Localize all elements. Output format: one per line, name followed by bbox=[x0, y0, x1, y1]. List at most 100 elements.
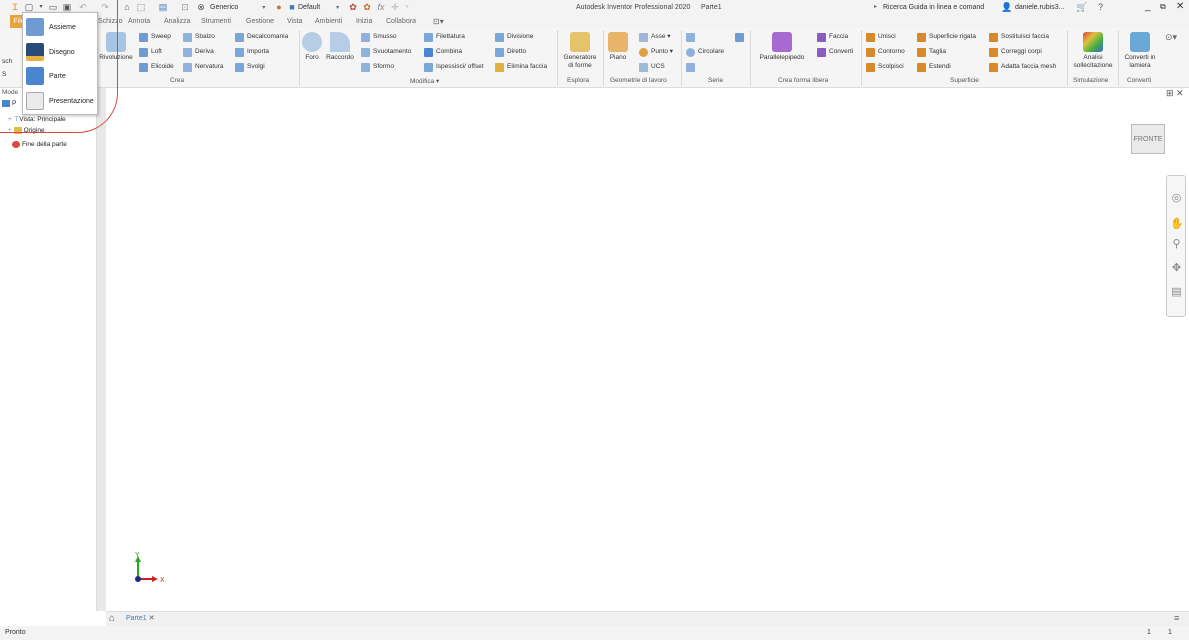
diretto-button[interactable]: Diretto bbox=[495, 46, 526, 58]
svuotamento-button[interactable]: Svuotamento bbox=[361, 46, 411, 58]
loft-button[interactable]: Loft bbox=[139, 46, 162, 58]
zoom-icon[interactable]: ⚲ bbox=[1170, 238, 1183, 251]
inventor-logo-icon[interactable]: Ɪ bbox=[10, 2, 20, 12]
browser-header[interactable]: Mode bbox=[2, 88, 18, 97]
fx-icon[interactable]: fx bbox=[376, 2, 386, 12]
material-combo[interactable]: Default ▾ bbox=[298, 2, 342, 13]
importa-button[interactable]: Importa bbox=[235, 46, 269, 58]
open-icon[interactable]: ▭ bbox=[48, 2, 58, 12]
scolpisci-button[interactable]: Scolpisci bbox=[866, 61, 904, 73]
estendi-button[interactable]: Estendi bbox=[917, 61, 951, 73]
deriva-button[interactable]: Deriva bbox=[183, 46, 214, 58]
rivoluzione-button[interactable]: Rivoluzione bbox=[98, 32, 134, 62]
sketch-button-partial[interactable]: sch bbox=[2, 56, 12, 68]
look-at-icon[interactable]: ▤ bbox=[1170, 286, 1183, 299]
clear-override-icon[interactable]: ✿ bbox=[362, 2, 372, 12]
add-icon[interactable]: ✛ bbox=[390, 2, 400, 12]
tab-ambienti[interactable]: Ambienti bbox=[315, 17, 342, 27]
tree-item-vista[interactable]: + ⊤Vista: Principale bbox=[8, 115, 66, 124]
raccordo-button[interactable]: Raccordo bbox=[325, 32, 355, 62]
tab-analizza[interactable]: Analizza bbox=[164, 17, 190, 27]
faccia-button[interactable]: Faccia bbox=[817, 31, 848, 43]
sketch-pattern-button[interactable] bbox=[686, 61, 698, 73]
customize-icon[interactable]: ▿ bbox=[402, 2, 412, 12]
tab-inizia[interactable]: Inizia bbox=[356, 17, 372, 27]
foro-button[interactable]: Foro bbox=[302, 32, 322, 62]
superficie-rigata-button[interactable]: Superficie rigata bbox=[917, 31, 976, 43]
filettatura-button[interactable]: Filettatura bbox=[424, 31, 465, 43]
ispessisci-button[interactable]: Ispessisci/ offset bbox=[424, 61, 484, 73]
save-icon[interactable]: ▣ bbox=[62, 2, 72, 12]
contorno-button[interactable]: Contorno bbox=[866, 46, 905, 58]
tab-annota[interactable]: Annota bbox=[128, 17, 150, 27]
nervatura-button[interactable]: Nervatura bbox=[183, 61, 224, 73]
select-icon[interactable]: ⬚ bbox=[136, 2, 146, 12]
undo-icon[interactable]: ↶ bbox=[78, 2, 88, 12]
tab-overflow-icon[interactable]: ⊡▾ bbox=[433, 17, 444, 27]
graphics-viewport[interactable]: Y X bbox=[106, 88, 1189, 611]
sweep-button[interactable]: Sweep bbox=[139, 31, 171, 43]
search-expand-icon[interactable]: ▸ bbox=[874, 2, 877, 13]
ucs-button[interactable]: UCS bbox=[639, 61, 665, 73]
appearance-combo[interactable]: Generico ▾ bbox=[210, 2, 270, 13]
converti-lamiera-button[interactable]: Converti in lamiera bbox=[1120, 32, 1160, 70]
new-dropdown-icon[interactable]: ▾ bbox=[36, 2, 46, 12]
viewcube[interactable]: FRONTE bbox=[1131, 124, 1165, 154]
tree-item-origine[interactable]: + Origine bbox=[8, 126, 45, 135]
tab-collabora[interactable]: Collabora bbox=[386, 17, 416, 27]
doc-tab-parte1[interactable]: Parte1 ✕ bbox=[126, 614, 154, 622]
tab-schizzo[interactable]: Schizzo bbox=[98, 17, 123, 27]
orbit-icon[interactable]: ✥ bbox=[1170, 262, 1183, 275]
pan-icon[interactable]: ✋ bbox=[1170, 218, 1184, 231]
taglia-button[interactable]: Taglia bbox=[917, 46, 946, 58]
sbalzo-button[interactable]: Sbalzo bbox=[183, 31, 215, 43]
adatta-faccia-mesh-button[interactable]: Adatta faccia mesh bbox=[989, 61, 1056, 73]
update-icon[interactable]: ▤ bbox=[158, 2, 168, 12]
menu-item-parte[interactable]: Parte bbox=[26, 65, 96, 87]
viewport-close-icon[interactable]: ⊞ ✕ bbox=[1166, 88, 1184, 99]
home-icon[interactable]: ⌂ bbox=[122, 2, 132, 12]
divisione-button[interactable]: Divisione bbox=[495, 31, 533, 43]
expand-plus-icon[interactable]: + bbox=[8, 127, 12, 134]
asse-button[interactable]: Asse ▾ bbox=[639, 31, 671, 43]
tab-gestione[interactable]: Gestione bbox=[246, 17, 274, 27]
analisi-sollecitazione-button[interactable]: Analisi sollecitazione bbox=[1069, 32, 1117, 70]
expand-plus-icon[interactable]: + bbox=[8, 116, 12, 123]
svolgi-button[interactable]: Svolgi bbox=[235, 61, 265, 73]
help-icon[interactable]: ? bbox=[1098, 2, 1103, 13]
rectangular-pattern-button[interactable] bbox=[686, 31, 698, 43]
part-root-icon[interactable]: P bbox=[2, 99, 16, 108]
sostituisci-faccia-button[interactable]: Sostituisci faccia bbox=[989, 31, 1049, 43]
close-icon[interactable]: ✕ bbox=[1176, 1, 1184, 13]
converti-forma-button[interactable]: Converti bbox=[817, 46, 853, 58]
home-tab-icon[interactable]: ⌂ bbox=[109, 613, 115, 624]
group-label-modifica[interactable]: Modifica ▾ bbox=[410, 77, 439, 85]
redo-icon[interactable]: ↷ bbox=[100, 2, 110, 12]
decalcomania-button[interactable]: Decalcomania bbox=[235, 31, 288, 43]
elicoide-button[interactable]: Elicoide bbox=[139, 61, 174, 73]
elimina-faccia-button[interactable]: Elimina faccia bbox=[495, 61, 547, 73]
unisci-button[interactable]: Unisci bbox=[866, 31, 896, 43]
sformo-button[interactable]: Sformo bbox=[361, 61, 394, 73]
tree-item-fine-parte[interactable]: Fine della parte bbox=[12, 140, 67, 149]
adjust-icon[interactable]: ✿ bbox=[348, 2, 358, 12]
steering-wheel-icon[interactable]: ◎ bbox=[1170, 192, 1183, 205]
close-tab-icon[interactable]: ✕ bbox=[149, 615, 155, 622]
menu-item-presentazione[interactable]: Presentazione bbox=[26, 90, 96, 112]
minimize-icon[interactable]: _ bbox=[1145, 1, 1151, 13]
new-file-icon[interactable]: ▢ bbox=[24, 2, 34, 12]
parallelepipedo-button[interactable]: Parallelepipedo bbox=[753, 32, 811, 62]
user-name[interactable]: daniele.rubis3... bbox=[1015, 2, 1064, 13]
punto-button[interactable]: Punto ▾ bbox=[639, 46, 673, 58]
cart-icon[interactable]: 🛒 bbox=[1076, 2, 1087, 13]
menu-item-assieme[interactable]: Assieme bbox=[26, 16, 96, 38]
appearance-icon[interactable]: ⊗ bbox=[196, 2, 206, 12]
restore-icon[interactable]: ⧉ bbox=[1160, 1, 1166, 13]
mirror-button[interactable] bbox=[735, 31, 747, 43]
tabs-menu-icon[interactable]: ≡ bbox=[1174, 613, 1179, 623]
browser-splitter[interactable] bbox=[97, 88, 106, 611]
combina-button[interactable]: Combina bbox=[424, 46, 462, 58]
tab-strumenti[interactable]: Strumenti bbox=[201, 17, 231, 27]
generatore-forme-button[interactable]: Generatore di forme bbox=[560, 32, 600, 70]
tab-vista[interactable]: Vista bbox=[287, 17, 302, 27]
